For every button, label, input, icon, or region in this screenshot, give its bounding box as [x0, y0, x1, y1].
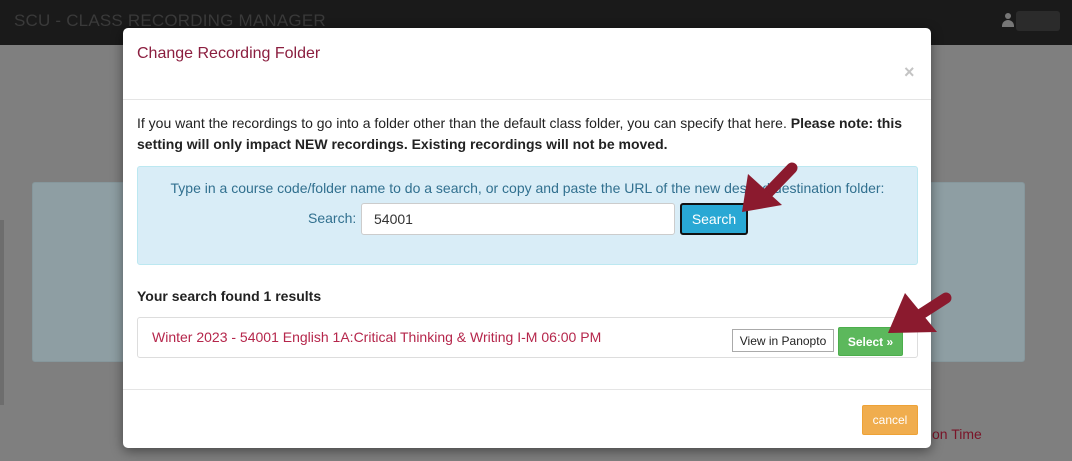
results-heading: Your search found 1 results — [137, 288, 322, 304]
background-sidebar-edge — [0, 220, 4, 405]
search-button[interactable]: Search — [680, 203, 748, 235]
cancel-button[interactable]: cancel — [862, 405, 918, 435]
change-recording-folder-modal: Change Recording Folder × If you want th… — [123, 28, 931, 448]
user-icon[interactable] — [1002, 13, 1014, 27]
search-panel: Type in a course code/folder name to do … — [137, 166, 918, 265]
modal-header: Change Recording Folder × — [123, 28, 931, 100]
modal-footer: cancel — [123, 389, 931, 449]
result-row: Winter 2023 - 54001 English 1A:Critical … — [137, 317, 918, 358]
close-icon[interactable]: × — [904, 63, 915, 81]
user-name-redacted[interactable] — [1016, 11, 1060, 31]
result-title-link[interactable]: Winter 2023 - 54001 English 1A:Critical … — [152, 329, 601, 345]
select-button[interactable]: Select » — [838, 327, 903, 356]
modal-title: Change Recording Folder — [137, 45, 321, 62]
intro-text: If you want the recordings to go into a … — [137, 113, 922, 155]
intro-plain-text: If you want the recordings to go into a … — [137, 115, 791, 131]
search-input[interactable] — [361, 203, 675, 235]
search-label: Search: — [308, 210, 357, 226]
search-instructions: Type in a course code/folder name to do … — [170, 180, 885, 196]
view-in-panopto-button[interactable]: View in Panopto — [732, 329, 834, 352]
background-partial-link: on Time — [932, 426, 982, 442]
